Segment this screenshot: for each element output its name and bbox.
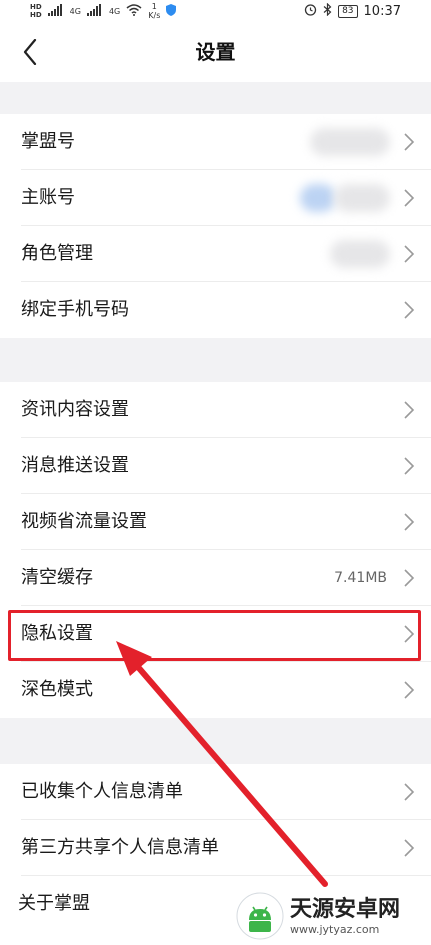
settings-item-privacy[interactable]: 隐私设置	[0, 606, 431, 662]
page-title: 设置	[195, 40, 236, 64]
settings-item-label: 隐私设置	[21, 623, 93, 644]
chevron-right-icon	[404, 301, 415, 319]
signal-label-1: 4G	[69, 6, 81, 16]
watermark-url: www.jytyaz.com	[290, 922, 380, 936]
chevron-right-icon	[404, 245, 415, 263]
chevron-right-icon	[404, 189, 415, 207]
cache-size-value: 7.41MB	[334, 570, 387, 586]
back-button[interactable]	[10, 32, 50, 72]
chevron-right-icon	[404, 401, 415, 419]
watermark-title: 天源安卓网	[290, 896, 401, 922]
chevron-right-icon	[404, 681, 415, 699]
blurred-value	[334, 184, 390, 212]
clock: 10:37	[363, 3, 401, 19]
settings-item-third-party-sharing-list[interactable]: 第三方共享个人信息清单	[0, 820, 431, 876]
chevron-right-icon	[404, 569, 415, 587]
net-speed-unit: K/s	[148, 11, 161, 20]
blurred-value	[300, 184, 336, 212]
hd-top-label: HD	[30, 3, 42, 11]
signal-icon-1	[47, 4, 64, 18]
settings-item-label: 角色管理	[21, 243, 93, 264]
section-gap-3	[0, 718, 431, 764]
header: 设置	[0, 22, 431, 82]
blurred-value	[310, 128, 390, 156]
status-bar: HD HD 4G 4G 1 K/s 83 10:37	[0, 0, 431, 22]
section-gap-1	[0, 82, 431, 114]
status-left: HD HD 4G 4G 1 K/s	[30, 0, 177, 22]
settings-item-label: 消息推送设置	[21, 455, 129, 476]
chevron-right-icon	[404, 839, 415, 857]
settings-item-role-management[interactable]: 角色管理	[0, 226, 431, 282]
hd-bottom-label: HD	[30, 11, 42, 19]
settings-item-collected-info-list[interactable]: 已收集个人信息清单	[0, 764, 431, 820]
settings-item-bind-phone[interactable]: 绑定手机号码	[0, 282, 431, 338]
android-logo-icon	[236, 892, 284, 940]
section-gap-2	[0, 338, 431, 382]
settings-item-main-account[interactable]: 主账号	[0, 170, 431, 226]
bluetooth-icon	[323, 2, 332, 20]
net-speed-value: 1	[151, 2, 157, 11]
chevron-right-icon	[404, 457, 415, 475]
settings-item-label: 第三方共享个人信息清单	[21, 837, 219, 858]
hd-indicator: HD HD	[30, 3, 42, 19]
chevron-right-icon	[404, 513, 415, 531]
settings-item-label: 视频省流量设置	[21, 511, 147, 532]
chevron-right-icon	[404, 133, 415, 151]
settings-item-label: 已收集个人信息清单	[21, 781, 183, 802]
settings-item-push-notifications[interactable]: 消息推送设置	[0, 438, 431, 494]
settings-item-dark-mode[interactable]: 深色模式	[0, 662, 431, 718]
settings-item-label: 清空缓存	[21, 567, 93, 588]
signal-label-2: 4G	[108, 6, 121, 16]
settings-item-label: 绑定手机号码	[21, 299, 129, 320]
wifi-icon	[126, 4, 142, 18]
settings-item-label: 主账号	[21, 187, 75, 208]
shield-icon	[166, 4, 177, 18]
chevron-right-icon	[404, 783, 415, 801]
signal-icon-2	[86, 4, 103, 18]
settings-item-news-content[interactable]: 资讯内容设置	[0, 382, 431, 438]
blurred-value	[330, 240, 390, 268]
watermark: 天源安卓网 www.jytyaz.com	[236, 890, 400, 942]
chevron-left-icon	[23, 39, 37, 65]
status-right: 83 10:37	[304, 0, 401, 22]
battery-indicator: 83	[338, 4, 358, 18]
alarm-icon	[304, 3, 317, 20]
settings-item-label: 资讯内容设置	[21, 399, 129, 420]
settings-item-label: 掌盟号	[21, 131, 75, 152]
settings-item-label: 关于掌盟	[18, 893, 90, 914]
settings-item-clear-cache[interactable]: 清空缓存 7.41MB	[0, 550, 431, 606]
net-speed: 1 K/s	[148, 2, 160, 20]
settings-item-video-data-saver[interactable]: 视频省流量设置	[0, 494, 431, 550]
settings-item-account-id[interactable]: 掌盟号	[0, 114, 431, 170]
settings-item-label: 深色模式	[21, 679, 93, 700]
chevron-right-icon	[404, 625, 415, 643]
